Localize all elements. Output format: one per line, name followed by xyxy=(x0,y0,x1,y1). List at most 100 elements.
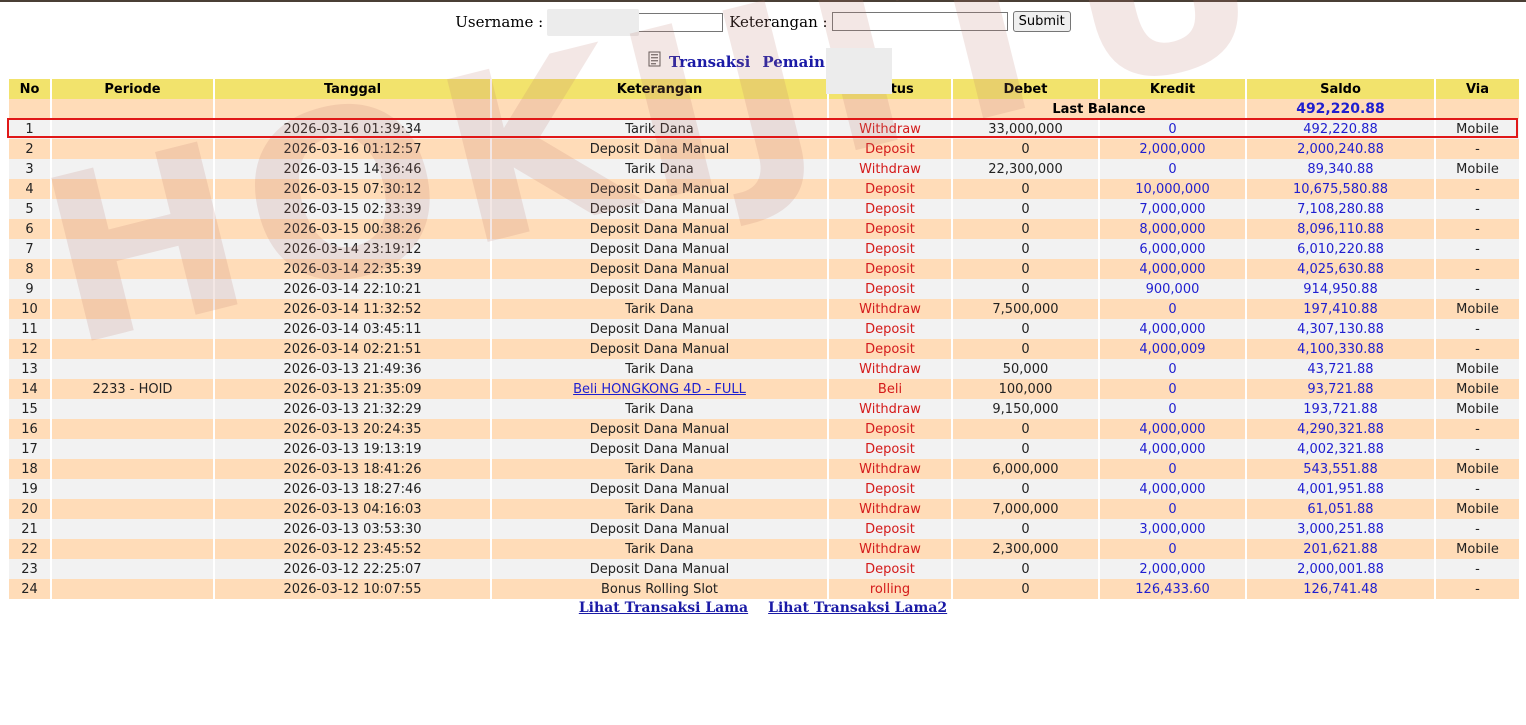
cell-status: Deposit xyxy=(829,279,951,299)
cell-tanggal: 2026-03-12 10:07:55 xyxy=(215,579,490,599)
cell-saldo: 7,108,280.88 xyxy=(1247,199,1434,219)
cell-keterangan: Deposit Dana Manual xyxy=(492,219,827,239)
cell-status: Deposit xyxy=(829,139,951,159)
cell-periode xyxy=(52,519,213,539)
cell-tanggal: 2026-03-13 04:16:03 xyxy=(215,499,490,519)
cell-saldo: 93,721.88 xyxy=(1247,379,1434,399)
cell-no: 7 xyxy=(9,239,50,259)
cell-periode xyxy=(52,179,213,199)
cell-keterangan: Deposit Dana Manual xyxy=(492,339,827,359)
cell-keterangan: Tarik Dana xyxy=(492,119,827,139)
cell-debet: 0 xyxy=(953,439,1098,459)
cell-no: 11 xyxy=(9,319,50,339)
cell-debet: 0 xyxy=(953,219,1098,239)
cell-status: Deposit xyxy=(829,339,951,359)
cell-debet: 7,000,000 xyxy=(953,499,1098,519)
table-row: 1 2026-03-16 01:39:34 Tarik Dana Withdraw 33… xyxy=(9,119,1519,139)
cell-kredit: 2,000,000 xyxy=(1100,559,1245,579)
cell-debet: 0 xyxy=(953,199,1098,219)
cell-kredit: 4,000,009 xyxy=(1100,339,1245,359)
cell-via: - xyxy=(1436,199,1519,219)
cell-saldo: 2,000,240.88 xyxy=(1247,139,1434,159)
cell-no: 5 xyxy=(9,199,50,219)
submit-button[interactable]: Submit xyxy=(1012,11,1071,32)
cell-periode xyxy=(52,459,213,479)
cell-no: 19 xyxy=(9,479,50,499)
cell-kredit: 6,000,000 xyxy=(1100,239,1245,259)
cell-status: Withdraw xyxy=(829,539,951,559)
cell-keterangan: Deposit Dana Manual xyxy=(492,559,827,579)
table-row: 10 2026-03-14 11:32:52 Tarik Dana Withdraw 7… xyxy=(9,299,1519,319)
cell-tanggal: 2026-03-13 18:27:46 xyxy=(215,479,490,499)
cell-tanggal: 2026-03-16 01:39:34 xyxy=(215,119,490,139)
cell-status: Withdraw xyxy=(829,459,951,479)
cell-no: 18 xyxy=(9,459,50,479)
cell-status: Deposit xyxy=(829,179,951,199)
table-row: 9 2026-03-14 22:10:21 Deposit Dana Manual D… xyxy=(9,279,1519,299)
cell-status: Withdraw xyxy=(829,359,951,379)
cell-saldo: 43,721.88 xyxy=(1247,359,1434,379)
filter-form: Username : Keterangan : Submit xyxy=(0,8,1526,36)
old-transactions2-link[interactable]: Lihat Transaksi Lama2 xyxy=(768,600,947,616)
cell-debet: 0 xyxy=(953,259,1098,279)
cell-keterangan: Deposit Dana Manual xyxy=(492,259,827,279)
cell-no: 4 xyxy=(9,179,50,199)
cell-keterangan: Deposit Dana Manual xyxy=(492,239,827,259)
col-header-debet: Debet xyxy=(953,79,1098,99)
cell-no: 1 xyxy=(9,119,50,139)
cell-tanggal: 2026-03-13 20:24:35 xyxy=(215,419,490,439)
cell-debet: 0 xyxy=(953,479,1098,499)
cell-periode xyxy=(52,559,213,579)
cell-tanggal: 2026-03-13 21:32:29 xyxy=(215,399,490,419)
cell-periode xyxy=(52,219,213,239)
cell-no: 22 xyxy=(9,539,50,559)
col-header-via: Via xyxy=(1436,79,1519,99)
cell-tanggal: 2026-03-15 02:33:39 xyxy=(215,199,490,219)
cell-no: 14 xyxy=(9,379,50,399)
cell-saldo: 4,307,130.88 xyxy=(1247,319,1434,339)
cell-via: - xyxy=(1436,319,1519,339)
cell-keterangan: Deposit Dana Manual xyxy=(492,179,827,199)
cell-saldo: 197,410.88 xyxy=(1247,299,1434,319)
cell-status: Withdraw xyxy=(829,399,951,419)
last-balance-row: Last Balance 492,220.88 xyxy=(9,99,1519,119)
keterangan-input[interactable] xyxy=(831,12,1008,31)
cell-periode xyxy=(52,499,213,519)
bet-detail-link[interactable]: Beli HONGKONG 4D - FULL xyxy=(573,382,746,397)
cell-keterangan: Tarik Dana xyxy=(492,299,827,319)
cell-keterangan: Tarik Dana xyxy=(492,359,827,379)
cell-tanggal: 2026-03-15 14:36:46 xyxy=(215,159,490,179)
cell-saldo: 4,025,630.88 xyxy=(1247,259,1434,279)
cell-no: 23 xyxy=(9,559,50,579)
cell-via: Mobile xyxy=(1436,399,1519,419)
cell-via: Mobile xyxy=(1436,159,1519,179)
cell-kredit: 0 xyxy=(1100,379,1245,399)
cell-keterangan: Deposit Dana Manual xyxy=(492,479,827,499)
table-row: 23 2026-03-12 22:25:07 Deposit Dana Manual… xyxy=(9,559,1519,579)
cell-kredit: 4,000,000 xyxy=(1100,259,1245,279)
cell-debet: 33,000,000 xyxy=(953,119,1098,139)
cell-tanggal: 2026-03-12 22:25:07 xyxy=(215,559,490,579)
table-row: 3 2026-03-15 14:36:46 Tarik Dana Withdraw 22… xyxy=(9,159,1519,179)
cell-tanggal: 2026-03-14 22:10:21 xyxy=(215,279,490,299)
cell-periode xyxy=(52,279,213,299)
cell-tanggal: 2026-03-14 23:19:12 xyxy=(215,239,490,259)
table-row: 2 2026-03-16 01:12:57 Deposit Dana Manual D… xyxy=(9,139,1519,159)
cell-periode xyxy=(52,359,213,379)
cell-saldo: 4,001,951.88 xyxy=(1247,479,1434,499)
transaction-table: No Periode Tanggal Keterangan Status Deb… xyxy=(7,79,1521,599)
cell-saldo: 4,002,321.88 xyxy=(1247,439,1434,459)
document-icon xyxy=(648,51,661,67)
last-balance-label: Last Balance xyxy=(953,99,1245,119)
cell-status: Deposit xyxy=(829,559,951,579)
cell-saldo: 2,000,001.88 xyxy=(1247,559,1434,579)
cell-keterangan: Tarik Dana xyxy=(492,399,827,419)
cell-tanggal: 2026-03-15 00:38:26 xyxy=(215,219,490,239)
old-transactions-link[interactable]: Lihat Transaksi Lama xyxy=(579,600,748,616)
cell-tanggal: 2026-03-16 01:12:57 xyxy=(215,139,490,159)
cell-status: rolling xyxy=(829,579,951,599)
table-row: 20 2026-03-13 04:16:03 Tarik Dana Withdraw 7… xyxy=(9,499,1519,519)
cell-tanggal: 2026-03-13 03:53:30 xyxy=(215,519,490,539)
cell-periode xyxy=(52,399,213,419)
cell-saldo: 193,721.88 xyxy=(1247,399,1434,419)
